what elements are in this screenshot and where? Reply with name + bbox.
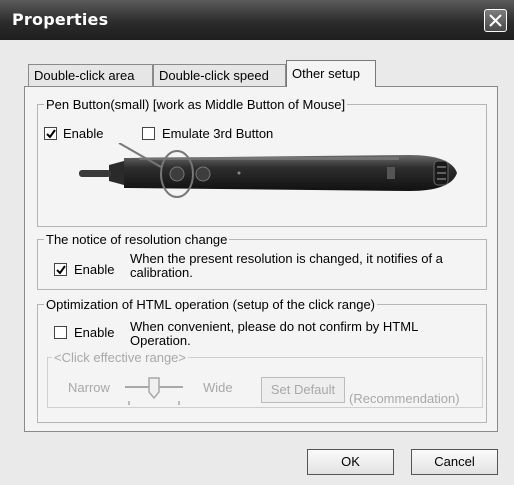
emulate-3rd-button-checkbox[interactable]: [142, 127, 155, 140]
set-default-button[interactable]: Set Default: [261, 377, 345, 403]
click-range-legend: <Click effective range>: [54, 350, 186, 365]
pen-enable-label: Enable: [63, 126, 104, 141]
narrow-label: Narrow: [68, 380, 110, 395]
pen-enable-checkbox[interactable]: [44, 127, 57, 140]
ok-label: OK: [341, 454, 360, 469]
tab-other-setup[interactable]: Other setup: [286, 60, 376, 87]
html-enable-checkbox[interactable]: [54, 326, 67, 339]
emulate-3rd-button-label: Emulate 3rd Button: [162, 126, 274, 141]
checkmark-icon: [56, 265, 66, 275]
pen-button-legend: Pen Button(small) [work as Middle Button…: [46, 97, 346, 112]
recommendation-label: (Recommendation): [349, 391, 460, 406]
resolution-description: When the present resolution is changed, …: [130, 251, 443, 280]
tab-panel-other-setup: Pen Button(small) [work as Middle Button…: [24, 86, 498, 432]
html-optimization-legend: Optimization of HTML operation (setup of…: [46, 297, 375, 312]
window-title: Properties: [12, 10, 109, 29]
click-range-slider[interactable]: [123, 375, 185, 405]
tab-label: Other setup: [292, 66, 360, 81]
set-default-label: Set Default: [270, 382, 336, 397]
checkmark-icon: [46, 129, 56, 139]
html-description: When convenient, please do not confirm b…: [130, 319, 418, 348]
tab-label: Double-click speed: [159, 68, 269, 83]
title-bar[interactable]: Properties: [0, 0, 514, 40]
html-enable-label: Enable: [74, 325, 115, 340]
cancel-button[interactable]: Cancel: [411, 449, 498, 475]
resolution-enable-checkbox[interactable]: [54, 263, 67, 276]
resolution-enable-label: Enable: [74, 262, 115, 277]
tab-double-click-area[interactable]: Double-click area: [28, 64, 153, 86]
wide-label: Wide: [203, 380, 233, 395]
cancel-label: Cancel: [434, 454, 475, 469]
properties-dialog: Properties Double-click area Double-clic…: [0, 0, 514, 485]
resolution-notice-legend: The notice of resolution change: [46, 232, 228, 247]
tab-label: Double-click area: [34, 68, 135, 83]
ok-button[interactable]: OK: [307, 449, 394, 475]
close-icon: [489, 14, 502, 27]
pen-illustration: [79, 143, 457, 198]
tab-double-click-speed[interactable]: Double-click speed: [153, 64, 286, 86]
close-button[interactable]: [484, 9, 507, 32]
